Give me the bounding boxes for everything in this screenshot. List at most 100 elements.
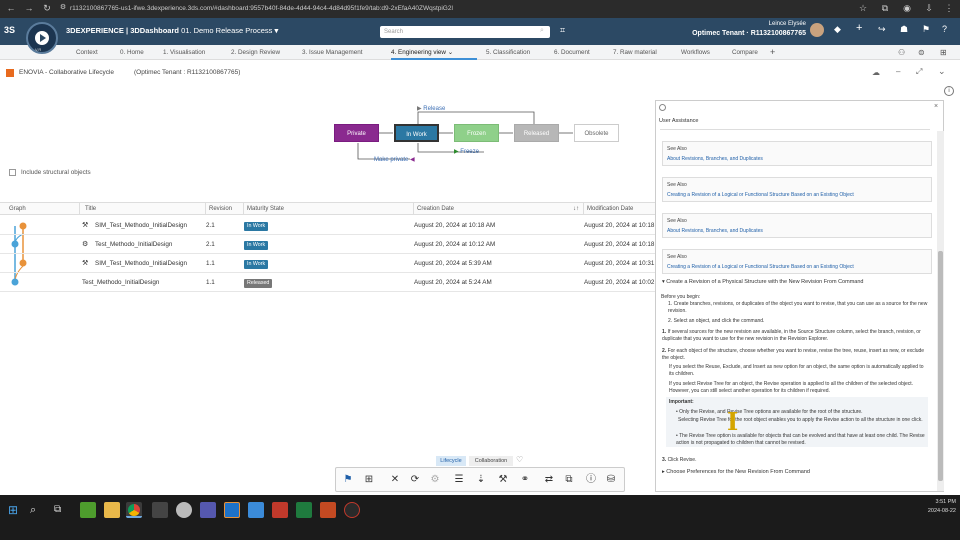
- list-icon[interactable]: ☰: [452, 473, 466, 487]
- structure-add-icon[interactable]: ⚒: [496, 473, 510, 487]
- insert-icon[interactable]: ⇣: [474, 473, 488, 487]
- tab-document[interactable]: 6. Document: [554, 45, 590, 60]
- bookmark-icon[interactable]: ⚑: [341, 473, 355, 487]
- see-also-link[interactable]: About Revisions, Branches, and Duplicate…: [667, 228, 763, 234]
- tab-collaboration[interactable]: Collaboration: [469, 456, 513, 466]
- add-tab-icon[interactable]: +: [770, 45, 775, 60]
- close-icon[interactable]: ×: [934, 103, 938, 110]
- tag-icon[interactable]: ⌗: [560, 25, 565, 36]
- toggle-icon[interactable]: ⊜: [918, 45, 925, 60]
- compare-icon[interactable]: ⧉: [562, 473, 576, 487]
- add-icon[interactable]: +: [856, 22, 862, 34]
- lock-icon[interactable]: ⚙: [428, 473, 442, 487]
- info-icon[interactable]: ⓘ: [584, 473, 598, 487]
- table-row[interactable]: ⚙ Test_Methodo_InitialDesign 2.1 In Work…: [0, 235, 655, 254]
- communities-icon[interactable]: ☗: [900, 24, 908, 35]
- share-icon[interactable]: ↪: [878, 24, 886, 35]
- back-icon[interactable]: ←: [4, 3, 18, 13]
- select-icon[interactable]: ⊞: [362, 473, 376, 487]
- reload-icon[interactable]: ↻: [40, 3, 54, 14]
- sort-icon[interactable]: ↓↑: [573, 203, 579, 215]
- see-also-link[interactable]: Creating a Revision of a Logical or Func…: [667, 192, 854, 198]
- tab-home[interactable]: 0. Home: [120, 45, 144, 60]
- teams-icon[interactable]: [200, 502, 216, 518]
- row-title[interactable]: SIM_Test_Methodo_InitialDesign: [95, 254, 187, 273]
- widget-menu-icon[interactable]: ⌄: [938, 66, 946, 77]
- extensions-icon[interactable]: ⧉: [878, 3, 892, 14]
- tab-visualisation[interactable]: 1. Visualisation: [163, 45, 205, 60]
- grid-icon[interactable]: ⊞: [940, 45, 947, 60]
- favorite-icon[interactable]: ♡: [516, 455, 523, 464]
- chevron-down-icon[interactable]: ⌄: [448, 49, 453, 56]
- maximize-icon[interactable]: ⤢: [916, 67, 922, 77]
- compass-icon[interactable]: V,R: [26, 22, 58, 54]
- windows-start-icon[interactable]: ⊞: [8, 502, 24, 518]
- delete-icon[interactable]: ✕: [388, 473, 402, 487]
- release-transition[interactable]: ▶ Release: [417, 105, 445, 112]
- file-explorer-icon[interactable]: [104, 502, 120, 518]
- col-revision[interactable]: Revision: [206, 203, 244, 215]
- tab-design-review[interactable]: 2. Design Review: [231, 45, 280, 60]
- search-input[interactable]: Search: [380, 26, 550, 38]
- include-structural-checkbox[interactable]: [9, 169, 16, 176]
- tab-classification[interactable]: 5. Classification: [486, 45, 530, 60]
- tab-lifecycle[interactable]: Lifecycle: [436, 456, 466, 466]
- section-header[interactable]: ▾ Create a Revision of a Physical Struct…: [662, 279, 932, 285]
- people-icon[interactable]: ⚇: [898, 45, 905, 60]
- powerpoint-icon[interactable]: [320, 502, 336, 518]
- tenant-selector[interactable]: Optimec Tenant · R1132100867765: [680, 30, 806, 37]
- tree-icon[interactable]: ⚭: [518, 473, 532, 487]
- tab-workflows[interactable]: Workflows: [681, 45, 710, 60]
- see-also-link[interactable]: About Revisions, Branches, and Duplicate…: [667, 156, 763, 162]
- info-icon[interactable]: i: [944, 86, 954, 96]
- site-info-icon[interactable]: ⚙: [56, 3, 70, 11]
- search-icon[interactable]: ⌕: [30, 502, 46, 518]
- outlook-icon[interactable]: [224, 502, 240, 518]
- col-modification[interactable]: Modification Date: [584, 203, 655, 215]
- profile-icon[interactable]: ◉: [900, 3, 914, 14]
- tab-raw-material[interactable]: 7. Raw material: [613, 45, 657, 60]
- help-icon[interactable]: ?: [942, 24, 947, 34]
- export-icon[interactable]: ⇄: [542, 473, 556, 487]
- table-row[interactable]: Test_Methodo_InitialDesign 1.1 Released …: [0, 273, 655, 292]
- database-icon[interactable]: ⛁: [604, 473, 618, 487]
- apps-icon[interactable]: ⚑: [922, 24, 930, 35]
- make-private-transition[interactable]: Make private ◀: [374, 156, 415, 163]
- avatar[interactable]: [810, 23, 824, 37]
- row-title[interactable]: Test_Methodo_InitialDesign: [95, 235, 172, 254]
- col-creation[interactable]: Creation Date ↓↑: [414, 203, 584, 215]
- address-bar[interactable]: r1132100867765-us1-ifwe.3dexperience.3ds…: [70, 2, 820, 16]
- row-title[interactable]: Test_Methodo_InitialDesign: [82, 273, 159, 292]
- nvidia-icon[interactable]: [80, 502, 96, 518]
- acrobat-icon[interactable]: [272, 502, 288, 518]
- tab-compare[interactable]: Compare: [732, 45, 758, 60]
- scrollbar[interactable]: [937, 131, 944, 491]
- app-icon[interactable]: [344, 502, 360, 518]
- col-title[interactable]: Title: [82, 203, 206, 215]
- notifications-icon[interactable]: ◆: [834, 24, 841, 35]
- table-row[interactable]: ⚒ SIM_Test_Methodo_InitialDesign 2.1 In …: [0, 216, 655, 235]
- downloads-icon[interactable]: ⇩: [922, 3, 936, 14]
- chrome-icon[interactable]: [126, 502, 142, 518]
- excel-icon[interactable]: [296, 502, 312, 518]
- footer-section[interactable]: ▸ Choose Preferences for the New Revisio…: [662, 469, 932, 475]
- search-icon[interactable]: ⌕: [540, 27, 544, 35]
- cloud-icon[interactable]: ☁: [872, 68, 880, 77]
- tab-engineering-view[interactable]: 4. Engineering view ⌄: [391, 45, 477, 60]
- task-view-icon[interactable]: ⧉: [54, 502, 70, 518]
- tab-issue-management[interactable]: 3. Issue Management: [302, 45, 363, 60]
- table-row[interactable]: ⚒ SIM_Test_Methodo_InitialDesign 1.1 In …: [0, 254, 655, 273]
- freeze-transition[interactable]: ▶ Freeze: [454, 148, 479, 155]
- monitor-icon[interactable]: [152, 502, 168, 518]
- see-also-link[interactable]: Creating a Revision of a Logical or Func…: [667, 264, 854, 270]
- minimize-icon[interactable]: –: [896, 67, 900, 76]
- forward-icon[interactable]: →: [22, 3, 36, 13]
- tab-context[interactable]: Context: [76, 45, 98, 60]
- menu-icon[interactable]: ⋮: [942, 3, 956, 14]
- edge-icon[interactable]: [248, 502, 264, 518]
- row-title[interactable]: SIM_Test_Methodo_InitialDesign: [95, 216, 187, 235]
- app-icon[interactable]: [176, 502, 192, 518]
- col-maturity[interactable]: Maturity State: [244, 203, 414, 215]
- col-graph[interactable]: Graph: [6, 203, 80, 215]
- bookmark-icon[interactable]: ☆: [856, 3, 870, 14]
